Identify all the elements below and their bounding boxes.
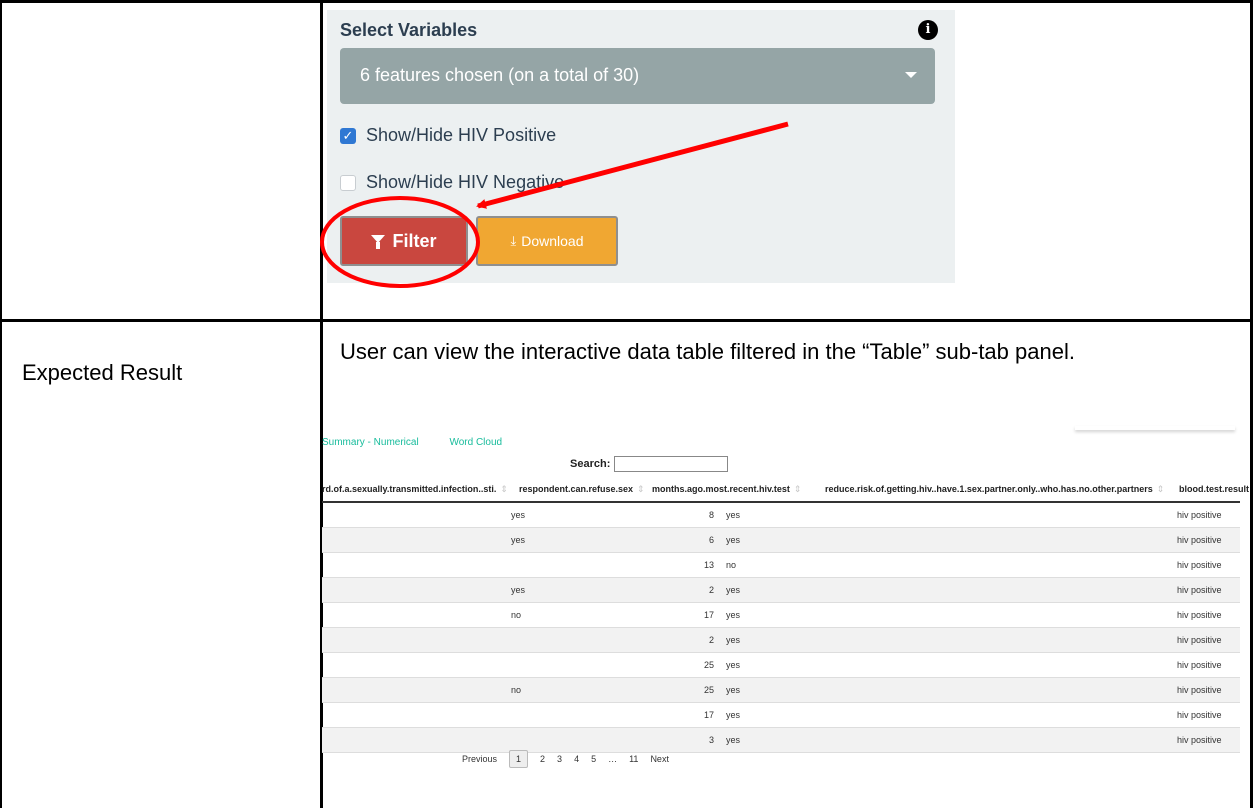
table-row: 2 yes hiv positive <box>322 628 1240 653</box>
cell-months: 2 <box>708 585 714 595</box>
cell-reduce-risk: no <box>726 560 737 570</box>
cell-refuse-sex: yes <box>511 585 526 595</box>
column-header-refuse-sex[interactable]: respondent.can.refuse.sex ⇕ <box>519 484 645 495</box>
table-row: yes 6 yes hiv positive <box>322 528 1240 553</box>
cell-months: 25 <box>703 685 714 695</box>
cell-reduce-risk: yes <box>726 660 741 670</box>
pagination-page-3[interactable]: 3 <box>557 754 562 764</box>
cell-refuse-sex: no <box>511 610 522 620</box>
search-label: Search: <box>570 458 611 470</box>
pagination: Previous 1 2 3 4 5 … 11 Next <box>456 750 675 768</box>
cell-months: 8 <box>708 510 714 520</box>
search-bar: Search: <box>570 456 729 472</box>
pagination-page-2[interactable]: 2 <box>540 754 545 764</box>
pagination-page-11[interactable]: 11 <box>629 754 638 764</box>
sort-icon: ⇕ <box>637 484 645 494</box>
cell-months: 17 <box>703 710 714 720</box>
table-row: yes 8 yes hiv positive <box>322 503 1240 528</box>
cell-reduce-risk: yes <box>726 510 741 520</box>
cell-refuse-sex: no <box>511 685 522 695</box>
panel-shadow <box>1075 426 1235 430</box>
cell-months: 2 <box>708 635 714 645</box>
table-body: yes 8 yes hiv positive yes 6 yes hiv positive 13… <box>322 503 1240 753</box>
sub-tabs: Summary - Numerical Word Cloud <box>322 437 530 448</box>
cell-blood-test: hiv positive <box>1177 660 1222 670</box>
cell-blood-test: hiv positive <box>1177 635 1222 645</box>
pagination-page-5[interactable]: 5 <box>591 754 596 764</box>
pagination-page-1[interactable]: 1 <box>509 750 529 768</box>
cell-reduce-risk: yes <box>726 685 741 695</box>
data-table: rd.of.a.sexually.transmitted.infection..… <box>322 478 1249 753</box>
cell-blood-test: hiv positive <box>1177 560 1222 570</box>
cell-reduce-risk: yes <box>726 535 741 545</box>
cell-reduce-risk: yes <box>726 735 741 745</box>
cell-refuse-sex: yes <box>511 510 526 520</box>
cell-blood-test: hiv positive <box>1177 710 1222 720</box>
table-row: 13 no hiv positive <box>322 553 1240 578</box>
annotation-overlay <box>320 121 789 288</box>
cell-months: 17 <box>703 610 714 620</box>
cell-months: 3 <box>708 735 714 745</box>
sort-icon: ⇕ <box>793 484 802 494</box>
cell-reduce-risk: yes <box>726 710 741 720</box>
cell-reduce-risk: yes <box>726 635 741 645</box>
annotation-circle <box>320 196 480 288</box>
sort-icon: ⇕ <box>1156 484 1165 494</box>
cell-blood-test: hiv positive <box>1177 735 1222 745</box>
table-row: no 17 yes hiv positive <box>322 603 1240 628</box>
column-header-blood-test[interactable]: blood.test.result⇕ <box>1179 484 1253 495</box>
expected-result-label: Expected Result <box>22 360 183 385</box>
table-row: yes 2 yes hiv positive <box>322 578 1240 603</box>
cell-months: 13 <box>703 560 714 570</box>
column-header-sti[interactable]: rd.of.a.sexually.transmitted.infection..… <box>322 484 508 495</box>
column-header-months[interactable]: months.ago.most.recent.hiv.test ⇕ <box>652 484 801 495</box>
column-header-reduce-risk[interactable]: reduce.risk.of.getting.hiv..have.1.sex.p… <box>825 484 1164 495</box>
cell-blood-test: hiv positive <box>1177 610 1222 620</box>
pagination-next[interactable]: Next <box>650 754 669 764</box>
table-row: no 25 yes hiv positive <box>322 678 1240 703</box>
cell-reduce-risk: yes <box>726 585 741 595</box>
sort-icon: ⇕ <box>500 484 508 494</box>
table-row: 17 yes hiv positive <box>322 703 1240 728</box>
cell-blood-test: hiv positive <box>1177 685 1222 695</box>
cell-months: 25 <box>703 660 714 670</box>
tab-summary-numerical[interactable]: Summary - Numerical <box>322 437 419 448</box>
annotation-arrow <box>476 121 789 209</box>
cell-blood-test: hiv positive <box>1177 510 1222 520</box>
cell-months: 6 <box>708 535 714 545</box>
cell-blood-test: hiv positive <box>1177 535 1222 545</box>
expected-result-text: User can view the interactive data table… <box>340 339 1075 364</box>
tab-word-cloud[interactable]: Word Cloud <box>449 437 502 448</box>
pagination-previous[interactable]: Previous <box>462 754 497 764</box>
pagination-page-4[interactable]: 4 <box>574 754 579 764</box>
cell-reduce-risk: yes <box>726 610 741 620</box>
search-input[interactable] <box>614 456 729 472</box>
pagination-ellipsis: … <box>608 754 618 764</box>
cell-refuse-sex: yes <box>511 535 526 545</box>
cell-blood-test: hiv positive <box>1177 585 1222 595</box>
table-row: 25 yes hiv positive <box>322 653 1240 678</box>
table-header: rd.of.a.sexually.transmitted.infection..… <box>322 478 1249 503</box>
